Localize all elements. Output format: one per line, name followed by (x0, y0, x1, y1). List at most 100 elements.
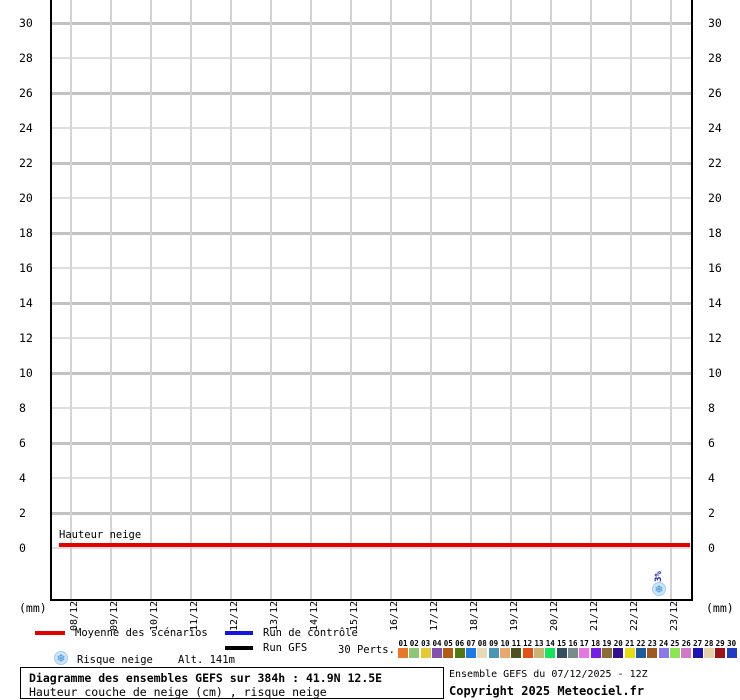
gridline-v (310, 0, 312, 600)
mean-series-line (59, 543, 690, 547)
y-axis-line-right (691, 0, 693, 600)
legend-gfs-swatch (225, 646, 253, 650)
y-axis-label-right: 2 (708, 505, 715, 521)
pert-number: 28 (703, 639, 714, 648)
gridline-h (51, 442, 692, 445)
pert-number: 17 (579, 639, 590, 648)
snowflake-icon: ❄ (654, 584, 663, 595)
pert-number: 02 (409, 639, 420, 648)
snow-risk-marker: ❄ (652, 582, 666, 596)
y-axis-label-right: 0 (708, 540, 715, 556)
y-axis-label-left: 12 (19, 330, 33, 346)
pert-swatch (579, 648, 589, 658)
y-axis-label-right: 8 (708, 400, 715, 416)
pert-number: 25 (669, 639, 680, 648)
legend-control-swatch (225, 631, 253, 635)
run-info: Ensemble GEFS du 07/12/2025 - 12Z (449, 668, 648, 681)
pert-number: 10 (500, 639, 511, 648)
date-label: 22/12 (628, 601, 641, 631)
legend-gfs-label: Run GFS (263, 642, 307, 655)
pert-swatch (715, 648, 725, 658)
gridline-v (510, 0, 512, 600)
pert-swatch (443, 648, 453, 658)
y-axis-label-right: 14 (708, 295, 722, 311)
snowflake-icon: ❄ (56, 653, 65, 664)
gridline-h (51, 22, 692, 25)
pert-swatch (636, 648, 646, 658)
y-axis-label-right: 28 (708, 50, 722, 66)
pert-number: 11 (511, 639, 522, 648)
pert-swatch (511, 648, 521, 658)
y-axis-label-right: 18 (708, 225, 722, 241)
gridline-v (430, 0, 432, 600)
pert-swatch (432, 648, 442, 658)
date-label: 23/12 (668, 601, 681, 631)
pert-number: 29 (715, 639, 726, 648)
gridline-h (51, 162, 692, 165)
y-axis-label-left: 28 (19, 50, 33, 66)
y-axis-label-left: 8 (19, 400, 26, 416)
y-axis-label-left: 14 (19, 295, 33, 311)
date-label: 16/12 (388, 601, 401, 631)
pert-number: 15 (556, 639, 567, 648)
date-label: 20/12 (548, 601, 561, 631)
pert-swatch (704, 648, 714, 658)
date-label: 12/12 (228, 601, 241, 631)
y-axis-label-left: 4 (19, 470, 26, 486)
pert-swatch (534, 648, 544, 658)
y-axis-label-left: 16 (19, 260, 33, 276)
snow-height-line-label: Hauteur neige (59, 529, 141, 542)
altitude-label: Alt. 141m (178, 654, 235, 667)
gridline-v (590, 0, 592, 600)
pert-number: 13 (534, 639, 545, 648)
y-axis-label-left: 0 (19, 540, 26, 556)
pert-swatch (398, 648, 408, 658)
gridline-v (270, 0, 272, 600)
unit-label-right: (mm) (706, 600, 734, 616)
pert-number: 03 (420, 639, 431, 648)
gridline-h (51, 372, 692, 375)
pert-swatch (455, 648, 465, 658)
pert-number: 23 (647, 639, 658, 648)
gridline-v (70, 0, 72, 600)
pert-swatch (557, 648, 567, 658)
pert-swatch (647, 648, 657, 658)
gridline-v (150, 0, 152, 600)
gridline-h (51, 127, 692, 129)
y-axis-label-right: 4 (708, 470, 715, 486)
y-axis-label-right: 10 (708, 365, 722, 381)
pert-number: 07 (466, 639, 477, 648)
pert-swatch (409, 648, 419, 658)
date-label: 17/12 (428, 601, 441, 631)
pert-number: 22 (635, 639, 646, 648)
pert-swatch (693, 648, 703, 658)
y-axis-label-left: 22 (19, 155, 33, 171)
y-axis-label-right: 6 (708, 435, 715, 451)
gridline-v (350, 0, 352, 600)
unit-label-left: (mm) (19, 600, 47, 616)
pert-number: 06 (454, 639, 465, 648)
legend-mean-swatch (35, 631, 65, 635)
y-axis-label-left: 18 (19, 225, 33, 241)
chart-subtitle: Hauteur couche de neige (cm) , risque ne… (29, 685, 327, 699)
snow-risk-percent-label: 3% (654, 571, 664, 582)
pert-swatch (489, 648, 499, 658)
y-axis-label-right: 22 (708, 155, 722, 171)
gridline-v (230, 0, 232, 600)
gridline-v (390, 0, 392, 600)
date-label: 21/12 (588, 601, 601, 631)
y-axis-label-right: 20 (708, 190, 722, 206)
y-axis-label-right: 12 (708, 330, 722, 346)
y-axis-label-left: 10 (19, 365, 33, 381)
legend-control-label: Run de contrôle (263, 627, 358, 640)
gridline-v (630, 0, 632, 600)
pert-swatch (659, 648, 669, 658)
pert-number: 05 (443, 639, 454, 648)
y-axis-label-left: 2 (19, 505, 26, 521)
pert-swatch (727, 648, 737, 658)
pert-swatch (602, 648, 612, 658)
date-label: 19/12 (508, 601, 521, 631)
copyright: Copyright 2025 Meteociel.fr (449, 684, 644, 698)
pert-swatch (613, 648, 623, 658)
pert-swatch (523, 648, 533, 658)
